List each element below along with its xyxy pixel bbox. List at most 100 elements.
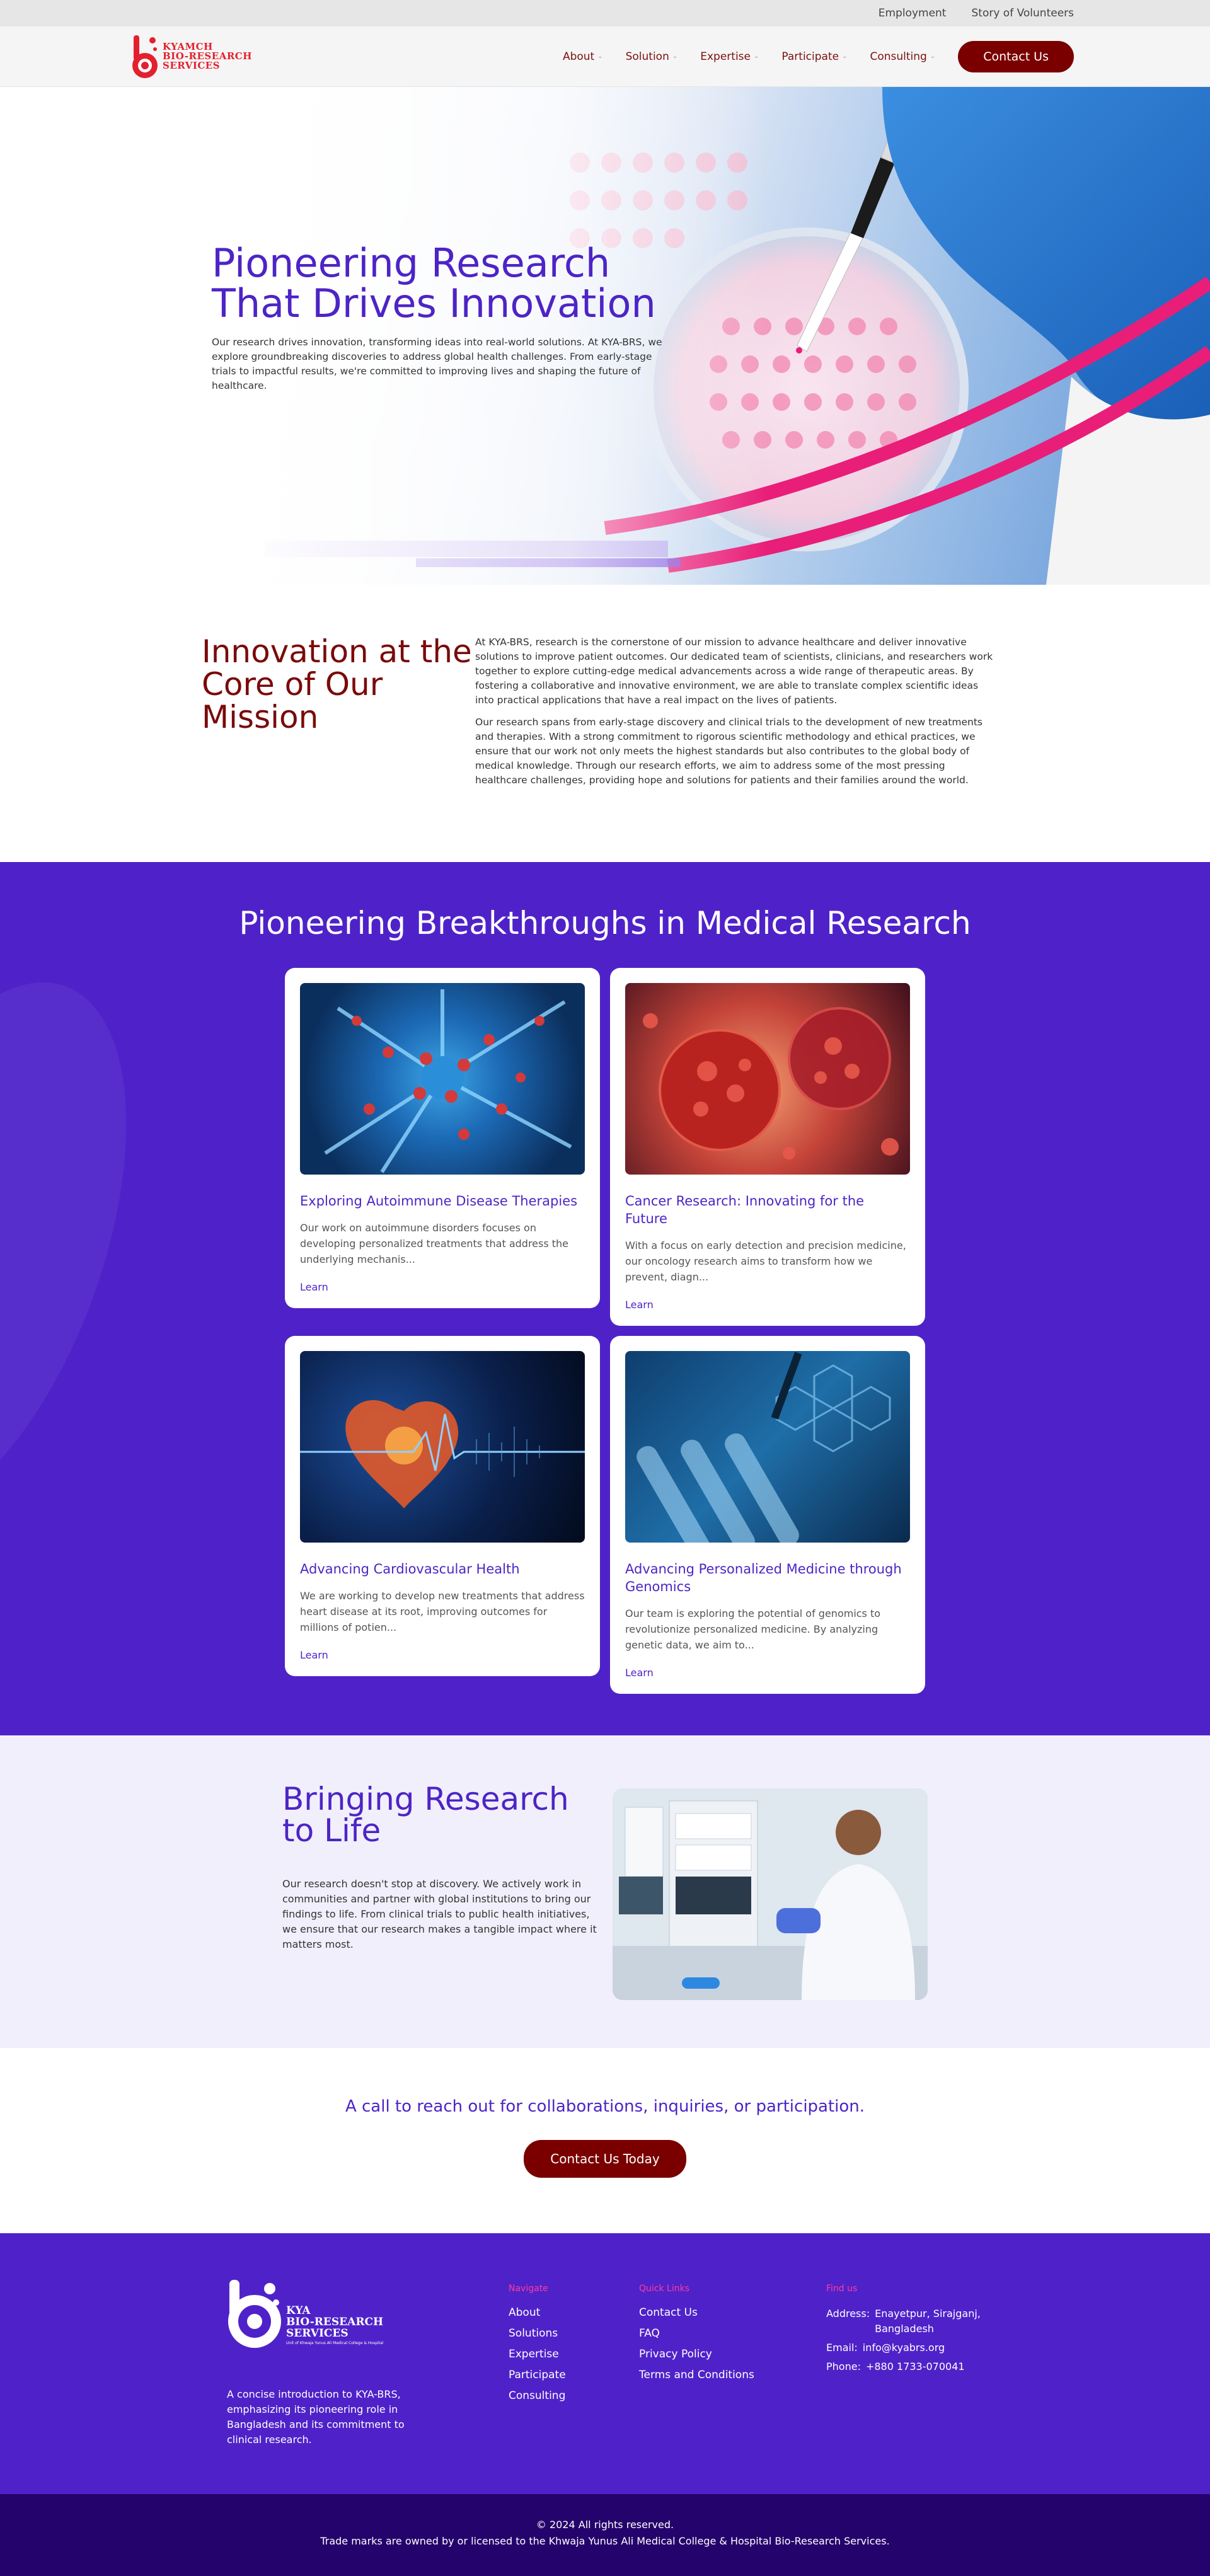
footer-link-privacy[interactable]: Privacy Policy <box>639 2348 754 2360</box>
mission-title: Innovation at the Core of Our Mission <box>202 633 472 735</box>
main-nav: About ⌄ Solution ⌄ Expertise ⌄ Participate ⌄… <box>563 40 1074 72</box>
footer-logo-line-3: SERVICES <box>286 2327 349 2340</box>
top-bar: Employment Story of Volunteers <box>0 0 1210 26</box>
footer-navigate: Navigate About Solutions Expertise Parti… <box>509 2284 566 2410</box>
mission-paragraph-1: At KYA-BRS, research is the cornerstone … <box>475 636 993 706</box>
lab-illustration <box>613 1788 928 2000</box>
chevron-down-icon: ⌄ <box>597 53 603 60</box>
learn-link[interactable]: Learn <box>625 1299 654 1311</box>
employment-link[interactable]: Employment <box>879 7 947 20</box>
neuron-illustration <box>324 989 572 1173</box>
cancer-cells-image <box>625 983 910 1175</box>
hero-title-line-1: Pioneering Research <box>212 240 611 286</box>
site-header: KYAMCH BIO-RESEARCH SERVICES About ⌄ Solu… <box>0 26 1210 87</box>
footer-logo-line-1: KYA <box>286 2304 311 2317</box>
footer-link-solutions[interactable]: Solutions <box>509 2327 566 2340</box>
mission-paragraph-2: Our research spans from early-stage disc… <box>475 716 982 786</box>
site-footer: KYA BIO-RESEARCH SERVICES Unit of Khwaja… <box>0 2233 1210 2494</box>
footer-link-participate[interactable]: Participate <box>509 2369 566 2381</box>
footer-email: Email: info@kyabrs.org <box>826 2340 1003 2355</box>
address-value: Enayetpur, Sirajganj, Bangladesh <box>875 2308 981 2335</box>
footer-find-us: Find us Address: Enayetpur, Sirajganj, B… <box>826 2284 1003 2378</box>
card-title: Exploring Autoimmune Disease Therapies <box>300 1193 578 1209</box>
nav-participate-label: Participate <box>781 50 839 63</box>
logo-icon <box>132 35 158 78</box>
footer-link-expertise[interactable]: Expertise <box>509 2348 566 2360</box>
research-description: Our research doesn't stop at discovery. … <box>282 1878 597 1950</box>
research-card[interactable]: Advancing Personalized Medicine through … <box>610 1336 925 1694</box>
footer-about: A concise introduction to KYA-BRS, empha… <box>227 2388 405 2446</box>
decorative-shape <box>0 941 190 1565</box>
phone-value[interactable]: +880 1733-070041 <box>866 2359 965 2374</box>
footer-link-about[interactable]: About <box>509 2306 566 2319</box>
nav-solution[interactable]: Solution ⌄ <box>626 50 678 63</box>
learn-link[interactable]: Learn <box>300 1649 328 1661</box>
research-card[interactable]: Advancing Cardiovascular Health We are w… <box>285 1336 600 1676</box>
footer-navigate-heading: Navigate <box>509 2284 548 2294</box>
nav-expertise-label: Expertise <box>700 50 751 63</box>
breakthroughs-title: Pioneering Breakthroughs in Medical Rese… <box>239 905 971 941</box>
cta-text: A call to reach out for collaborations, … <box>345 2097 865 2116</box>
hero-description: Our research drives innovation, transfor… <box>212 336 662 391</box>
card-description: Our team is exploring the potential of g… <box>625 1607 881 1651</box>
address-label: Address: <box>826 2308 870 2320</box>
genomics-image <box>625 1351 910 1543</box>
nav-about-label: About <box>562 50 595 63</box>
footer-link-faq[interactable]: FAQ <box>639 2327 754 2340</box>
nav-expertise[interactable]: Expertise ⌄ <box>700 50 759 63</box>
footer-logo-sub: Unit of Khwaja Yunus Ali Medical College… <box>286 2341 384 2345</box>
chevron-down-icon: ⌄ <box>754 53 759 60</box>
email-label: Email: <box>826 2342 858 2354</box>
footer-link-consulting[interactable]: Consulting <box>509 2389 566 2402</box>
card-description: We are working to develop new treatments… <box>300 1590 585 1633</box>
research-title: Bringing Research to Life <box>282 1781 569 1849</box>
footer-find-heading: Find us <box>826 2284 858 2294</box>
card-title: Advancing Personalized Medicine through … <box>625 1561 902 1594</box>
learn-link[interactable]: Learn <box>625 1667 654 1679</box>
contact-us-today-button[interactable]: Contact Us Today <box>524 2140 686 2178</box>
footer-address: Address: Enayetpur, Sirajganj, Banglades… <box>826 2306 1003 2337</box>
footer-quick-links: Quick Links Contact Us FAQ Privacy Polic… <box>639 2284 754 2389</box>
footer-link-contact[interactable]: Contact Us <box>639 2306 754 2319</box>
neuron-image <box>300 983 585 1175</box>
nav-consulting[interactable]: Consulting ⌄ <box>870 50 935 63</box>
heart-image <box>300 1351 585 1543</box>
lab-researcher-image <box>613 1788 928 2000</box>
site-logo[interactable]: KYAMCH BIO-RESEARCH SERVICES <box>130 33 252 81</box>
learn-link[interactable]: Learn <box>300 1281 328 1293</box>
email-value[interactable]: info@kyabrs.org <box>863 2340 945 2355</box>
genomics-illustration <box>637 1352 891 1543</box>
research-card[interactable]: Exploring Autoimmune Disease Therapies O… <box>285 968 600 1308</box>
contact-us-button[interactable]: Contact Us <box>958 40 1074 72</box>
research-to-life-section: Bringing Research to Life Our research d… <box>0 1735 1210 2048</box>
card-description: With a focus on early detection and prec… <box>625 1239 906 1283</box>
nav-participate[interactable]: Participate ⌄ <box>781 50 847 63</box>
copyright-line-1: © 2024 All rights reserved. <box>536 2519 674 2531</box>
chevron-down-icon: ⌄ <box>842 53 848 60</box>
phone-label: Phone: <box>826 2360 861 2372</box>
research-card[interactable]: Cancer Research: Innovating for the Futu… <box>610 968 925 1326</box>
copyright-line-2: Trade marks are owned by or licensed to … <box>320 2535 890 2547</box>
logo-line-3: SERVICES <box>163 60 221 71</box>
cells-illustration <box>643 1007 899 1159</box>
footer-quick-heading: Quick Links <box>639 2284 690 2294</box>
footer-logo[interactable]: KYA BIO-RESEARCH SERVICES Unit of Khwaja… <box>226 2277 415 2362</box>
cta-section: A call to reach out for collaborations, … <box>0 2048 1210 2233</box>
research-cards: Exploring Autoimmune Disease Therapies O… <box>285 968 925 1694</box>
footer-phone: Phone: +880 1733-070041 <box>826 2359 1003 2374</box>
nav-consulting-label: Consulting <box>870 50 927 63</box>
card-description: Our work on autoimmune disorders focuses… <box>300 1222 569 1265</box>
nav-solution-label: Solution <box>625 50 669 63</box>
card-title: Advancing Cardiovascular Health <box>300 1561 520 1577</box>
hero-title-line-2: That Drives Innovation <box>212 280 656 326</box>
research-text: Bringing Research to Life Our research d… <box>282 1783 597 1952</box>
chevron-down-icon: ⌄ <box>930 53 936 60</box>
volunteers-link[interactable]: Story of Volunteers <box>971 7 1074 20</box>
nav-about[interactable]: About ⌄ <box>563 50 603 63</box>
chevron-down-icon: ⌄ <box>672 53 678 60</box>
footer-link-terms[interactable]: Terms and Conditions <box>639 2369 754 2381</box>
breakthroughs-section: Pioneering Breakthroughs in Medical Rese… <box>0 862 1210 1735</box>
footer-logo-icon: KYA BIO-RESEARCH SERVICES Unit of Khwaja… <box>228 2280 384 2348</box>
hero-title: Pioneering Research That Drives Innovati… <box>212 243 678 324</box>
hero-text: Pioneering Research That Drives Innovati… <box>212 243 678 393</box>
